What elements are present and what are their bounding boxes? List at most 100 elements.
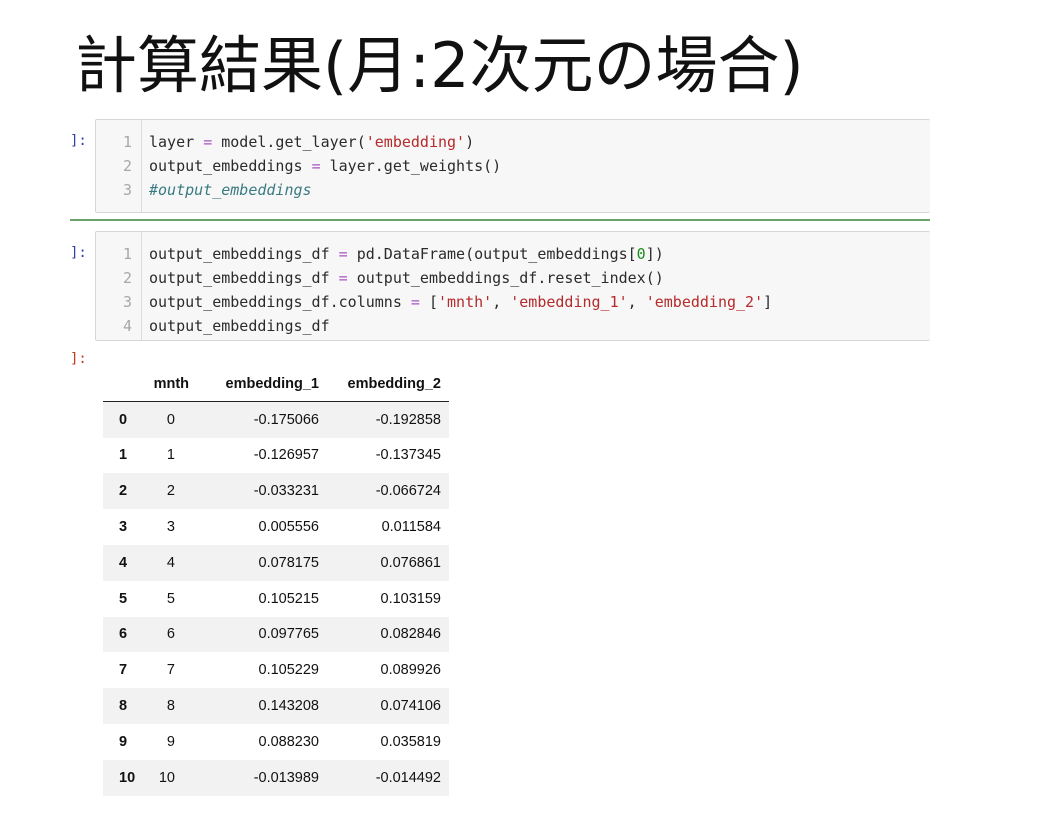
code-token: 'embedding_1' [510, 293, 628, 311]
column-header-embedding-2: embedding_2 [347, 375, 441, 392]
cell-mnth: 8 [166, 698, 175, 715]
cell-embedding-1: 0.088230 [258, 733, 319, 750]
code-line[interactable]: 1 layer = model.get_layer('embedding') [96, 130, 930, 154]
cell-embedding-1: 0.143208 [258, 698, 319, 715]
cell-embedding-2: 0.103159 [380, 590, 441, 607]
cell-mnth: 4 [166, 554, 175, 571]
cell-embedding-1: 0.078175 [258, 554, 319, 571]
cell-embedding-2: -0.066724 [375, 483, 441, 500]
row-index: 2 [119, 483, 128, 500]
code-token: layer.get_weights() [320, 157, 502, 175]
code-token: output_embeddings_df [149, 269, 339, 287]
row-index: 4 [119, 554, 128, 571]
table-row: 4 4 0.078175 0.076861 [103, 544, 449, 581]
table-row: 0 0 -0.175066 -0.192858 [103, 401, 449, 438]
row-index: 1 [119, 447, 128, 464]
row-index: 6 [119, 626, 128, 643]
table-row: 5 5 0.105215 0.103159 [103, 581, 449, 617]
row-index: 7 [119, 662, 128, 679]
line-number: 3 [122, 181, 132, 199]
row-index: 0 [119, 411, 128, 428]
line-number: 1 [122, 133, 132, 151]
code-token: , [627, 293, 646, 311]
cell-mnth: 5 [166, 590, 175, 607]
cell-mnth: 10 [158, 769, 175, 786]
code-line[interactable]: 3 output_embeddings_df.columns = ['mnth',… [96, 290, 930, 314]
table-row: 10 10 -0.013989 -0.014492 [103, 759, 449, 796]
cell-embedding-2: -0.137345 [375, 447, 441, 464]
cell-mnth: 1 [166, 447, 175, 464]
column-header-embedding-1: embedding_1 [225, 375, 319, 392]
code-text: #output_embeddings [149, 178, 312, 202]
code-token: output_embeddings_df [149, 245, 339, 263]
row-index: 8 [119, 698, 128, 715]
cell-embedding-1: 0.105215 [258, 590, 319, 607]
code-input-area[interactable]: 1 layer = model.get_layer('embedding') 2 ou… [95, 119, 930, 213]
line-number: 3 [122, 293, 132, 311]
slide-title: 計算結果(月:2次元の場合) [75, 29, 804, 102]
code-token: = [410, 293, 420, 311]
code-token: output_embeddings_df [149, 317, 330, 335]
code-cell-2[interactable]: ]: 1 output_embeddings_df = pd.DataFrame(… [0, 231, 930, 341]
row-index: 10 [119, 769, 136, 786]
code-token: 'mnth' [438, 293, 493, 311]
code-token: ]) [645, 245, 664, 263]
cell-embedding-1: -0.126957 [253, 447, 319, 464]
row-index: 5 [119, 590, 128, 607]
code-text: output_embeddings_df = pd.DataFrame(outp… [149, 242, 664, 266]
line-number: 2 [122, 157, 132, 175]
code-token: 'embedding_2' [645, 293, 764, 311]
cell-embedding-2: 0.076861 [380, 554, 441, 571]
code-token: output_embeddings [149, 157, 312, 175]
table-header-row: mnth embedding_1 embedding_2 [103, 366, 449, 402]
cell-embedding-1: -0.033231 [253, 483, 319, 500]
column-header-mnth: mnth [153, 375, 189, 392]
cell-embedding-1: -0.013989 [253, 769, 319, 786]
line-number: 2 [122, 269, 132, 287]
code-token: ] [763, 293, 773, 311]
code-text: output_embeddings_df = output_embeddings… [149, 266, 664, 290]
cell-mnth: 3 [166, 519, 175, 536]
cell-embedding-2: -0.014492 [375, 769, 441, 786]
table-row: 7 7 0.105229 0.089926 [103, 652, 449, 688]
code-cell-1[interactable]: ]: 1 layer = model.get_layer('embedding')… [0, 119, 930, 213]
cell-embedding-1: 0.097765 [258, 626, 319, 643]
table-row: 8 8 0.143208 0.074106 [103, 688, 449, 724]
code-token: = [338, 269, 348, 287]
table-body: 0 0 -0.175066 -0.192858 1 1 -0.126957 -0.137345… [103, 401, 449, 796]
cell-embedding-2: 0.089926 [380, 662, 441, 679]
row-index: 3 [119, 519, 128, 536]
code-token: model.get_layer( [212, 133, 366, 151]
code-token: = [203, 133, 213, 151]
cell-mnth: 0 [166, 411, 175, 428]
code-token: = [311, 157, 321, 175]
code-line[interactable]: 1 output_embeddings_df = pd.DataFrame(out… [96, 242, 930, 266]
code-token: #output_embeddings [149, 181, 312, 199]
table-row: 6 6 0.097765 0.082846 [103, 616, 449, 653]
cell-embedding-2: 0.082846 [380, 626, 441, 643]
dataframe-table: mnth embedding_1 embedding_2 0 0 -0.175066… [103, 366, 449, 796]
code-text: output_embeddings = layer.get_weights() [149, 154, 501, 178]
code-line[interactable]: 3 #output_embeddings [96, 178, 930, 202]
index-header [103, 366, 145, 402]
input-prompt: ]: [70, 133, 87, 149]
code-token: = [338, 245, 348, 263]
cell-mnth: 7 [166, 662, 175, 679]
table-row: 1 1 -0.126957 -0.137345 [103, 438, 449, 474]
input-prompt: ]: [70, 245, 87, 261]
code-text: output_embeddings_df.columns = ['mnth', … [149, 290, 772, 314]
cell-embedding-2: 0.074106 [380, 698, 441, 715]
cell-embedding-1: 0.005556 [258, 519, 319, 536]
cell-mnth: 6 [166, 626, 175, 643]
cell-mnth: 9 [166, 733, 175, 750]
code-token: output_embeddings_df.columns [149, 293, 411, 311]
table-row: 2 2 -0.033231 -0.066724 [103, 473, 449, 510]
code-line[interactable]: 4 output_embeddings_df [96, 314, 930, 338]
output-prompt: ]: [70, 351, 87, 367]
code-line[interactable]: 2 output_embeddings = layer.get_weights() [96, 154, 930, 178]
code-input-area[interactable]: 1 output_embeddings_df = pd.DataFrame(out… [95, 231, 930, 341]
line-number: 4 [122, 317, 132, 335]
code-token: 'embedding' [365, 133, 466, 151]
code-line[interactable]: 2 output_embeddings_df = output_embedding… [96, 266, 930, 290]
code-text: output_embeddings_df [149, 314, 330, 338]
